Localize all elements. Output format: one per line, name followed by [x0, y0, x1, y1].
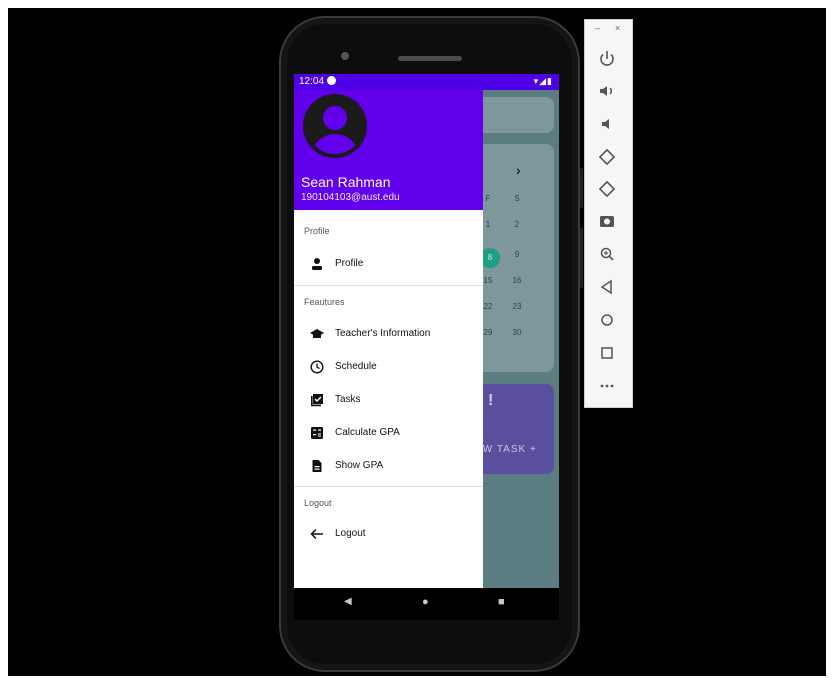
clock-icon — [310, 360, 324, 374]
section-title-profile: Profile — [304, 226, 330, 236]
new-task-button: OW TASK + — [474, 444, 537, 455]
status-bar: 12:04 ▾◢▮ — [294, 74, 559, 90]
menu-item-label: Schedule — [335, 361, 377, 372]
menu-item-logout[interactable]: Logout — [294, 522, 483, 548]
back-arrow-icon — [310, 528, 323, 540]
school-icon — [310, 329, 324, 338]
zoom-icon[interactable] — [596, 243, 618, 265]
divider — [294, 486, 483, 487]
background-task-card: ! OW TASK + — [474, 384, 554, 474]
menu-item-label: Teacher's Information — [335, 328, 431, 339]
divider — [294, 285, 483, 286]
power-key — [580, 168, 583, 208]
menu-item-teachers-information[interactable]: Teacher's Information — [294, 322, 483, 348]
avatar-ring — [303, 94, 367, 158]
avatar — [303, 94, 367, 158]
home-icon[interactable] — [596, 309, 618, 331]
device-screen: 12:04 ▾◢▮ › F S 1 2 9 15 16 22 23 29 30 … — [294, 74, 559, 588]
nav-back-icon[interactable]: ◀ — [344, 596, 352, 607]
rotate-left-icon[interactable] — [596, 146, 618, 168]
nav-home-icon[interactable]: ● — [422, 596, 429, 608]
menu-item-label: Show GPA — [335, 460, 384, 471]
checklist-icon — [311, 394, 323, 407]
menu-item-label: Profile — [335, 258, 364, 269]
navigation-drawer: Sean Rahman 190104103@aust.edu Profile P… — [294, 90, 483, 588]
status-time: 12:04 — [299, 76, 325, 87]
calculator-icon — [311, 427, 323, 439]
calendar-day: 30 — [512, 328, 522, 337]
volume-up-icon[interactable] — [596, 80, 618, 102]
calendar-day: 15 — [483, 276, 493, 285]
menu-item-label: Logout — [335, 528, 366, 539]
nav-overview-icon[interactable]: ■ — [498, 596, 505, 608]
back-icon[interactable] — [596, 276, 618, 298]
calendar-day: 23 — [512, 302, 522, 311]
chevron-right-icon: › — [516, 162, 521, 178]
selected-day: 8 — [480, 248, 500, 268]
calendar-day: 1 — [485, 220, 491, 229]
user-email: 190104103@aust.edu — [301, 192, 400, 203]
notification-icon — [327, 76, 336, 85]
menu-item-tasks[interactable]: Tasks — [294, 388, 483, 414]
menu-item-profile[interactable]: Profile — [294, 252, 483, 278]
menu-item-calculate-gpa[interactable]: Calculate GPA — [294, 421, 483, 447]
overview-icon[interactable] — [596, 342, 618, 364]
calendar-day: 2 — [514, 220, 520, 229]
menu-item-label: Calculate GPA — [335, 427, 400, 438]
document-icon — [312, 460, 322, 472]
section-title-logout: Logout — [304, 498, 332, 508]
calendar-day: 22 — [483, 302, 493, 311]
rotate-right-icon[interactable] — [596, 178, 618, 200]
person-icon — [312, 258, 322, 270]
system-status-icons: ▾◢▮ — [533, 76, 553, 86]
user-name: Sean Rahman — [301, 174, 391, 190]
task-alert-mark: ! — [488, 392, 494, 409]
emulator-toolbar: – × — [584, 19, 633, 408]
section-title-features: Feautures — [304, 297, 345, 307]
camera-icon[interactable] — [596, 210, 618, 232]
weekday-label: S — [514, 194, 520, 203]
power-icon[interactable] — [596, 48, 618, 70]
weekday-label: F — [485, 194, 491, 203]
calendar-day: 29 — [483, 328, 493, 337]
menu-item-show-gpa[interactable]: Show GPA — [294, 454, 483, 480]
calendar-day: 9 — [514, 250, 520, 259]
menu-item-label: Tasks — [335, 394, 361, 405]
close-icon[interactable]: × — [615, 23, 620, 33]
volume-down-icon[interactable] — [596, 113, 618, 135]
drawer-header: Sean Rahman 190104103@aust.edu — [294, 90, 483, 210]
volume-key — [580, 228, 583, 288]
background-card — [474, 97, 554, 133]
front-camera — [341, 52, 349, 60]
minimize-icon[interactable]: – — [595, 23, 600, 33]
selected-day-label: 8 — [487, 253, 493, 262]
menu-item-schedule[interactable]: Schedule — [294, 355, 483, 381]
more-icon[interactable] — [596, 375, 618, 397]
calendar-day: 16 — [512, 276, 522, 285]
android-nav-bar: ◀ ● ■ — [294, 588, 559, 620]
earpiece-speaker — [398, 56, 462, 61]
